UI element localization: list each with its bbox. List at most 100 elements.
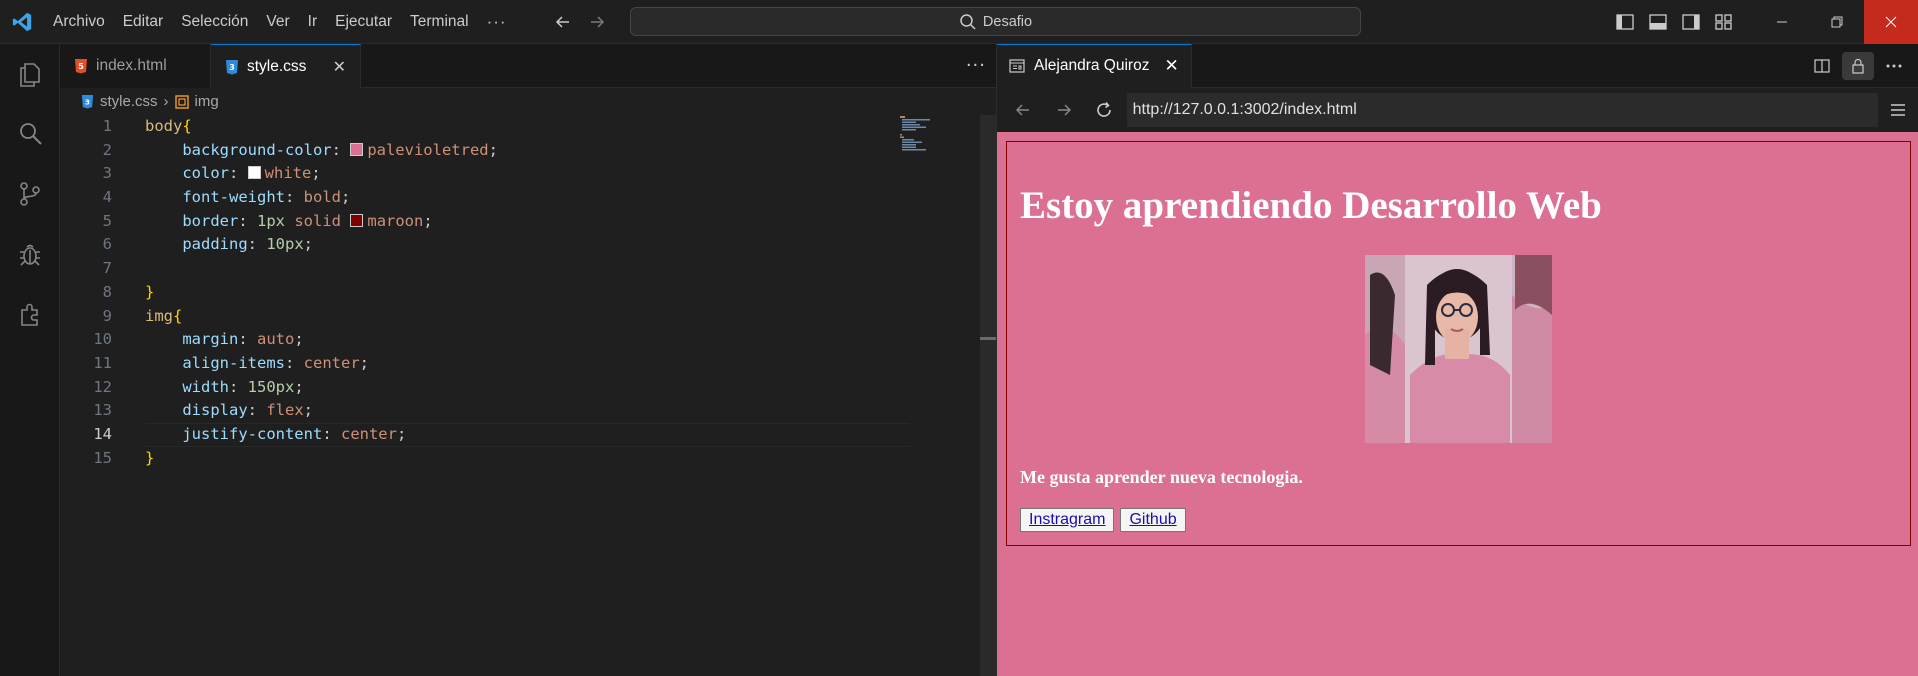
code-token: display	[182, 401, 248, 420]
close-window-button[interactable]	[1864, 0, 1918, 44]
code-line[interactable]: 12 width: 150px;	[60, 376, 996, 400]
breadcrumb-file[interactable]: style.css	[100, 93, 158, 110]
menu-terminal[interactable]: Terminal	[401, 0, 478, 44]
menu-ir[interactable]: Ir	[299, 0, 326, 44]
source-control-icon[interactable]	[0, 164, 60, 224]
back-arrow-icon[interactable]	[546, 7, 580, 37]
line-number: 2	[102, 140, 112, 159]
command-center-search[interactable]: Desafio	[630, 7, 1361, 36]
editor-scrollbar[interactable]	[980, 115, 996, 676]
line-content: padding: 10px;	[145, 233, 313, 257]
toggle-panel-icon[interactable]	[1641, 0, 1674, 44]
line-number: 5	[102, 211, 112, 230]
tab-index-html[interactable]: 5 index.html	[60, 44, 211, 88]
forward-arrow-icon[interactable]	[580, 7, 614, 37]
page-heading: Estoy aprendiendo Desarrollo Web	[1020, 184, 1602, 227]
line-content: }	[145, 281, 154, 305]
code-token: }	[145, 282, 155, 301]
line-content: body{	[145, 115, 192, 139]
html-file-icon: 5	[75, 59, 87, 74]
close-icon	[1885, 16, 1897, 28]
line-content: justify-content: center;	[145, 423, 406, 447]
reload-icon[interactable]	[1084, 92, 1125, 128]
menu-editar[interactable]: Editar	[114, 0, 173, 44]
code-editor[interactable]: 1 body{2 background-color: palevioletred;…	[60, 115, 996, 470]
menu-bar: Archivo Editar Selección Ver Ir Ejecutar…	[44, 0, 516, 44]
menu-archivo[interactable]: Archivo	[44, 0, 114, 44]
code-line[interactable]: 13 display: flex;	[60, 399, 996, 423]
github-link[interactable]: Github	[1120, 508, 1186, 532]
line-content: margin: auto;	[145, 328, 303, 352]
close-tab-icon[interactable]: ✕	[1164, 56, 1178, 76]
menu-ejecutar[interactable]: Ejecutar	[326, 0, 401, 44]
minimize-icon[interactable]	[1754, 0, 1809, 44]
instagram-link[interactable]: Instragram	[1020, 508, 1115, 532]
code-token: img	[145, 306, 173, 325]
browser-tabs: Alejandra Quiroz ✕	[997, 43, 1918, 88]
code-line[interactable]: 15}	[60, 447, 996, 471]
code-line[interactable]: 4 font-weight: bold;	[60, 186, 996, 210]
code-line[interactable]: 6 padding: 10px;	[60, 233, 996, 257]
code-token: :	[229, 377, 248, 396]
code-line[interactable]: 10 margin: auto;	[60, 328, 996, 352]
more-actions-icon[interactable]	[1878, 52, 1910, 80]
css-file-icon: 3	[81, 95, 94, 109]
url-input[interactable]: http://127.0.0.1:3002/index.html	[1126, 93, 1879, 127]
color-swatch[interactable]	[247, 166, 261, 180]
menu-ver[interactable]: Ver	[257, 0, 298, 44]
code-line[interactable]: 1 body{	[60, 115, 996, 139]
close-tab-icon[interactable]: ✕	[333, 57, 346, 76]
code-line[interactable]: 2 background-color: palevioletred;	[60, 139, 996, 163]
line-number: 11	[93, 353, 112, 372]
lock-group-icon[interactable]	[1842, 52, 1874, 80]
line-number: 14	[93, 424, 112, 443]
menu-seleccion[interactable]: Selección	[172, 0, 257, 44]
css-file-icon: 3	[226, 59, 238, 74]
code-line[interactable]: 7	[60, 257, 996, 281]
menu-more-button[interactable]: ···	[478, 0, 516, 44]
color-swatch[interactable]	[350, 142, 364, 156]
debug-icon[interactable]	[0, 224, 60, 284]
vscode-logo-icon	[0, 0, 44, 44]
browser-back-icon[interactable]	[1003, 92, 1044, 128]
split-editor-icon[interactable]	[1806, 52, 1838, 80]
color-swatch[interactable]	[350, 213, 364, 227]
toggle-secondary-sidebar-icon[interactable]	[1674, 0, 1707, 44]
extensions-icon[interactable]	[0, 284, 60, 344]
restore-icon[interactable]	[1809, 0, 1864, 44]
code-line[interactable]: 9 img{	[60, 305, 996, 329]
code-token: :	[229, 164, 248, 183]
svg-text:5: 5	[78, 62, 84, 71]
code-token: justify-content	[182, 424, 323, 443]
code-line[interactable]: 5 border: 1px solid maroon;	[60, 210, 996, 234]
customize-layout-icon[interactable]	[1707, 0, 1740, 44]
tab-browser-preview[interactable]: Alejandra Quiroz ✕	[997, 43, 1192, 88]
code-token: ;	[488, 140, 498, 159]
minimap[interactable]	[898, 115, 948, 155]
code-line[interactable]: 8}	[60, 281, 996, 305]
files-icon[interactable]	[0, 44, 60, 104]
code-line[interactable]: 11 align-items: center;	[60, 352, 996, 376]
code-token: ;	[340, 188, 351, 207]
code-token: {	[173, 306, 183, 325]
breadcrumb-symbol[interactable]: img	[195, 93, 219, 110]
editor-actions-more-button[interactable]: ···	[966, 44, 986, 88]
tab-style-css[interactable]: 3 style.css ✕	[211, 44, 361, 88]
code-token: body	[145, 117, 183, 135]
code-line[interactable]: 3 color: white;	[60, 162, 996, 186]
search-text: Desafio	[982, 13, 1033, 30]
browser-forward-icon[interactable]	[1044, 92, 1085, 128]
toggle-primary-sidebar-icon[interactable]	[1608, 0, 1641, 44]
code-token: center	[340, 424, 397, 443]
line-number: 7	[102, 259, 112, 278]
browser-menu-icon[interactable]	[1878, 92, 1918, 128]
code-line[interactable]: 14 justify-content: center;	[60, 422, 996, 447]
title-bar: Archivo Editar Selección Ver Ir Ejecutar…	[0, 0, 1918, 44]
code-token: :	[247, 235, 267, 254]
code-token: auto	[257, 330, 295, 349]
search-icon[interactable]	[0, 104, 60, 164]
code-token: ;	[359, 353, 369, 372]
code-token: padding	[182, 235, 248, 254]
editor-tabs: 5 index.html 3 style.css ✕ ···	[60, 44, 996, 88]
